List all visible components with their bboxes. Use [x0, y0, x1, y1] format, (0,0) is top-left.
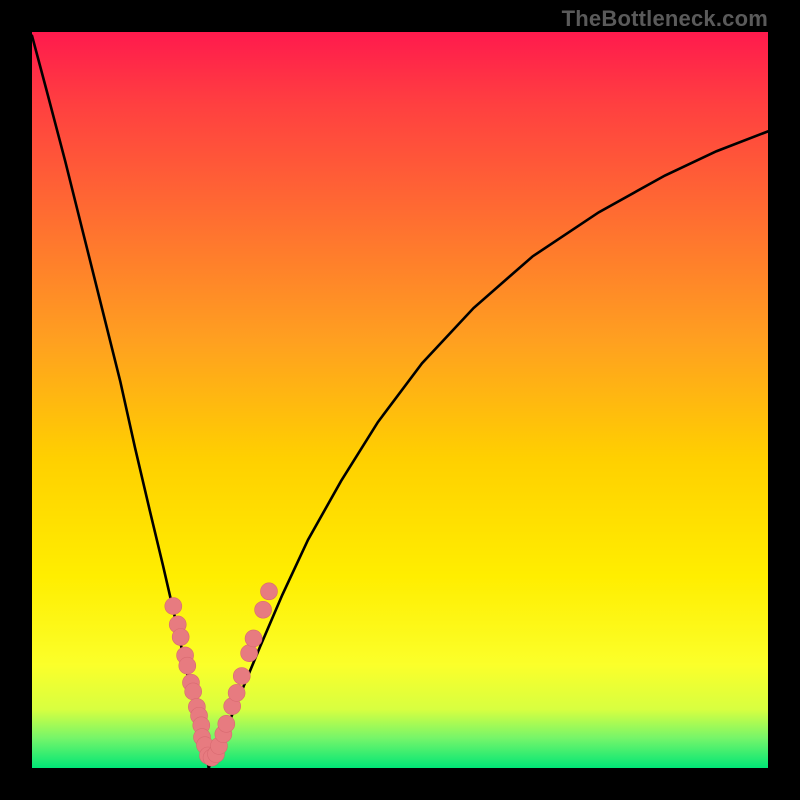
sample-dot — [245, 630, 262, 647]
sample-dot — [185, 683, 202, 700]
sample-dot — [241, 645, 258, 662]
sample-dot — [179, 657, 196, 674]
sample-dot — [165, 598, 182, 615]
sample-dot — [228, 684, 245, 701]
sample-dot — [255, 601, 272, 618]
chart-frame: TheBottleneck.com — [0, 0, 800, 800]
chart-svg — [0, 0, 800, 800]
sample-dot — [218, 715, 235, 732]
sample-dot — [233, 668, 250, 685]
curve-right-curve — [209, 131, 768, 768]
sample-dot — [260, 583, 277, 600]
sample-dot — [172, 628, 189, 645]
